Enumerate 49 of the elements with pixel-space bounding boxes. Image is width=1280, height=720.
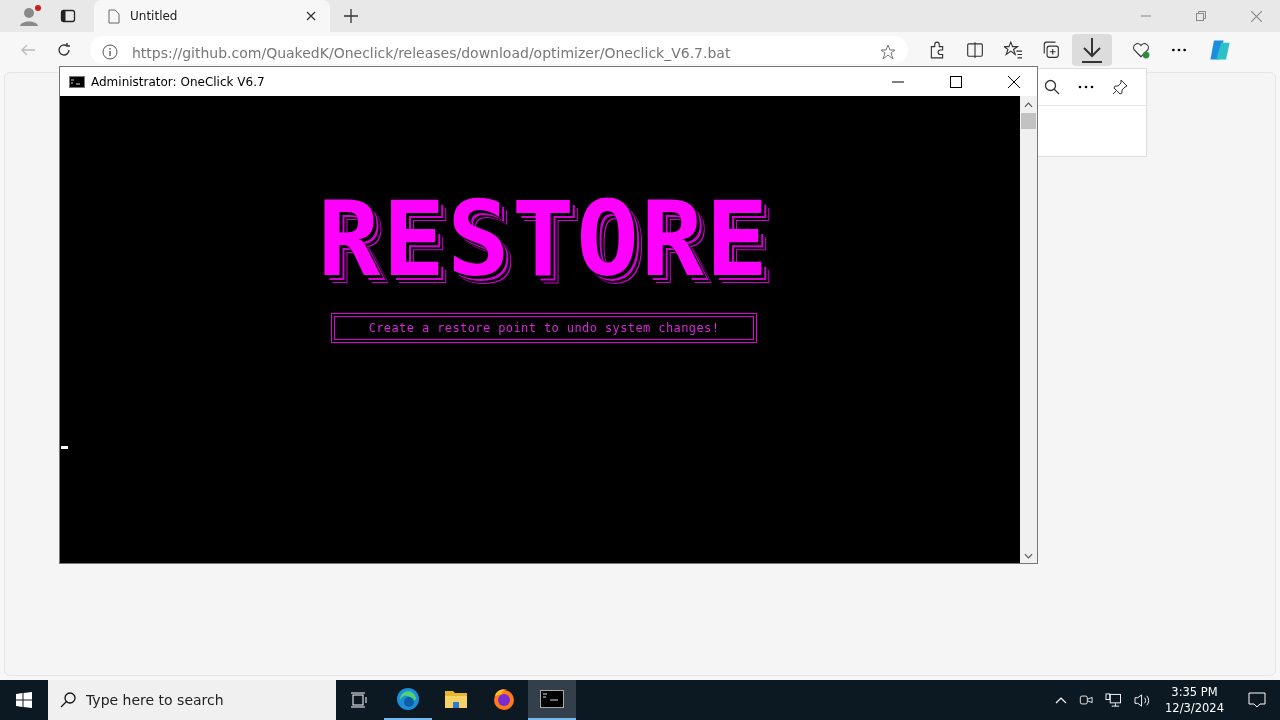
volume-icon[interactable] [1134, 692, 1152, 708]
scroll-down-icon[interactable] [1024, 553, 1033, 559]
profile-icon[interactable] [18, 4, 42, 28]
scrollbar[interactable] [1020, 96, 1037, 563]
scroll-thumb[interactable] [1021, 113, 1036, 129]
health-icon[interactable] [1132, 41, 1150, 59]
address-bar[interactable]: https://github.com/QuakedK/Oneclick/releases/download/optimizer/Oneclick_V6.7.bat [90, 36, 908, 64]
more-icon[interactable] [1078, 85, 1094, 89]
chevron-up-icon[interactable] [1055, 696, 1068, 704]
maximize-icon[interactable] [950, 75, 962, 88]
firefox-icon [492, 687, 516, 711]
search-icon [60, 692, 76, 708]
copilot-icon[interactable] [1208, 38, 1232, 62]
taskbar-app[interactable] [528, 680, 576, 720]
close-icon[interactable] [1008, 75, 1020, 88]
split-screen-icon[interactable] [966, 41, 984, 59]
taskbar-search-field[interactable]: Type here to search [48, 680, 336, 720]
download-icon[interactable] [1072, 34, 1112, 66]
edge-icon [396, 687, 420, 711]
window-title: Administrator: OneClick V6.7 [91, 74, 265, 89]
info-icon [102, 44, 118, 60]
banner-art: RESTORE [317, 191, 771, 287]
collections-icon[interactable] [1042, 41, 1060, 59]
tab-title: Untitled [130, 9, 179, 23]
clock-time[interactable]: 3:35 PM [1171, 684, 1218, 700]
terminal-icon [540, 690, 564, 708]
tab-actions-icon[interactable] [60, 8, 76, 24]
message-text: Create a restore point to undo system changes! [368, 321, 720, 335]
page-icon [108, 8, 120, 24]
refresh-icon[interactable] [56, 42, 72, 58]
task-view-icon[interactable] [350, 692, 368, 708]
notifications-icon[interactable] [1248, 692, 1266, 708]
network-icon[interactable] [1105, 692, 1123, 708]
scroll-up-icon[interactable] [1024, 102, 1033, 108]
restore-icon[interactable] [1196, 11, 1206, 21]
star-icon[interactable] [880, 44, 896, 60]
search-icon[interactable] [1044, 79, 1060, 95]
camera-icon[interactable] [1079, 693, 1094, 707]
extensions-icon[interactable] [928, 41, 946, 59]
clock-date[interactable]: 12/3/2024 [1165, 700, 1224, 716]
url-text: https://github.com/QuakedK/Oneclick/releases/download/optimizer/Oneclick_V6.7.bat [132, 44, 732, 62]
favorites-icon[interactable] [1004, 41, 1022, 59]
browser-tab[interactable]: Untitled [94, 0, 330, 32]
pin-icon[interactable] [1112, 79, 1128, 95]
console-icon [69, 75, 85, 88]
folder-icon [444, 689, 468, 709]
new-tab-icon[interactable] [344, 9, 358, 23]
close-icon[interactable] [306, 11, 316, 21]
start-icon[interactable] [16, 692, 32, 708]
